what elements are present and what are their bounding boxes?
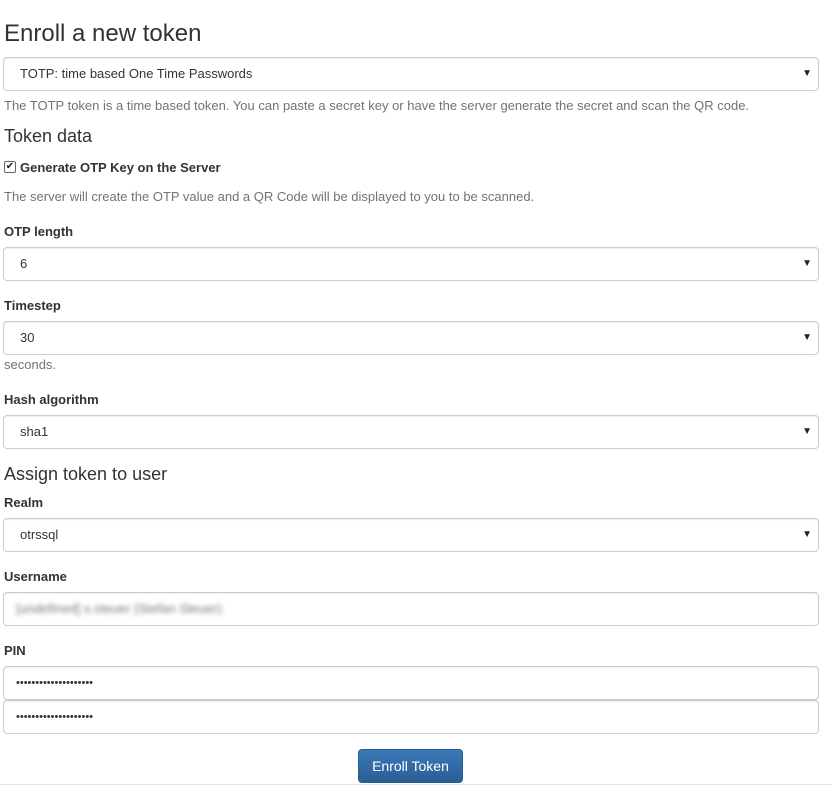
pin-confirm-input[interactable]: ••••••••••••••••••••	[3, 700, 819, 734]
page-title: Enroll a new token	[4, 20, 202, 47]
assign-heading: Assign token to user	[4, 464, 168, 484]
bottom-divider	[0, 784, 832, 785]
hash-algorithm-select[interactable]: sha1 ▼	[3, 415, 819, 449]
pin-confirm-value: ••••••••••••••••••••	[16, 711, 94, 723]
pin-label: PIN	[4, 643, 26, 658]
chevron-down-icon: ▼	[802, 332, 812, 343]
realm-label: Realm	[4, 495, 44, 510]
enroll-token-button[interactable]: Enroll Token	[358, 749, 463, 783]
otp-length-value: 6	[20, 256, 28, 271]
chevron-down-icon: ▼	[802, 426, 812, 437]
token-type-help: The TOTP token is a time based token. Yo…	[4, 98, 750, 113]
generate-key-checkbox[interactable]: ✔	[4, 161, 16, 173]
timestep-label: Timestep	[4, 298, 61, 313]
hash-algorithm-value: sha1	[20, 424, 49, 439]
hash-algorithm-label: Hash algorithm	[4, 392, 99, 407]
username-value: [undefined] s.steuer (Stefan Steuer)	[16, 601, 222, 616]
pin-input[interactable]: ••••••••••••••••••••	[3, 666, 819, 700]
token-data-heading: Token data	[4, 126, 93, 146]
otp-length-select[interactable]: 6 ▼	[3, 247, 819, 281]
timestep-unit: seconds.	[4, 357, 57, 372]
chevron-down-icon: ▼	[802, 68, 812, 79]
pin-value: ••••••••••••••••••••	[16, 677, 94, 689]
chevron-down-icon: ▼	[802, 258, 812, 269]
generate-key-label: Generate OTP Key on the Server	[20, 159, 221, 175]
realm-select[interactable]: otrssql ▼	[3, 518, 819, 552]
username-label: Username	[4, 569, 67, 584]
realm-value: otrssql	[20, 527, 59, 542]
chevron-down-icon: ▼	[802, 529, 812, 540]
username-input[interactable]: [undefined] s.steuer (Stefan Steuer)	[3, 592, 819, 626]
token-type-select[interactable]: TOTP: time based One Time Passwords ▼	[3, 57, 819, 91]
token-type-value: TOTP: time based One Time Passwords	[20, 66, 253, 81]
generate-key-help: The server will create the OTP value and…	[4, 189, 535, 204]
timestep-select[interactable]: 30 ▼	[3, 321, 819, 355]
generate-key-row[interactable]: ✔ Generate OTP Key on the Server	[4, 158, 221, 176]
timestep-value: 30	[20, 330, 35, 345]
checkmark-icon: ✔	[5, 161, 15, 172]
otp-length-label: OTP length	[4, 224, 74, 239]
